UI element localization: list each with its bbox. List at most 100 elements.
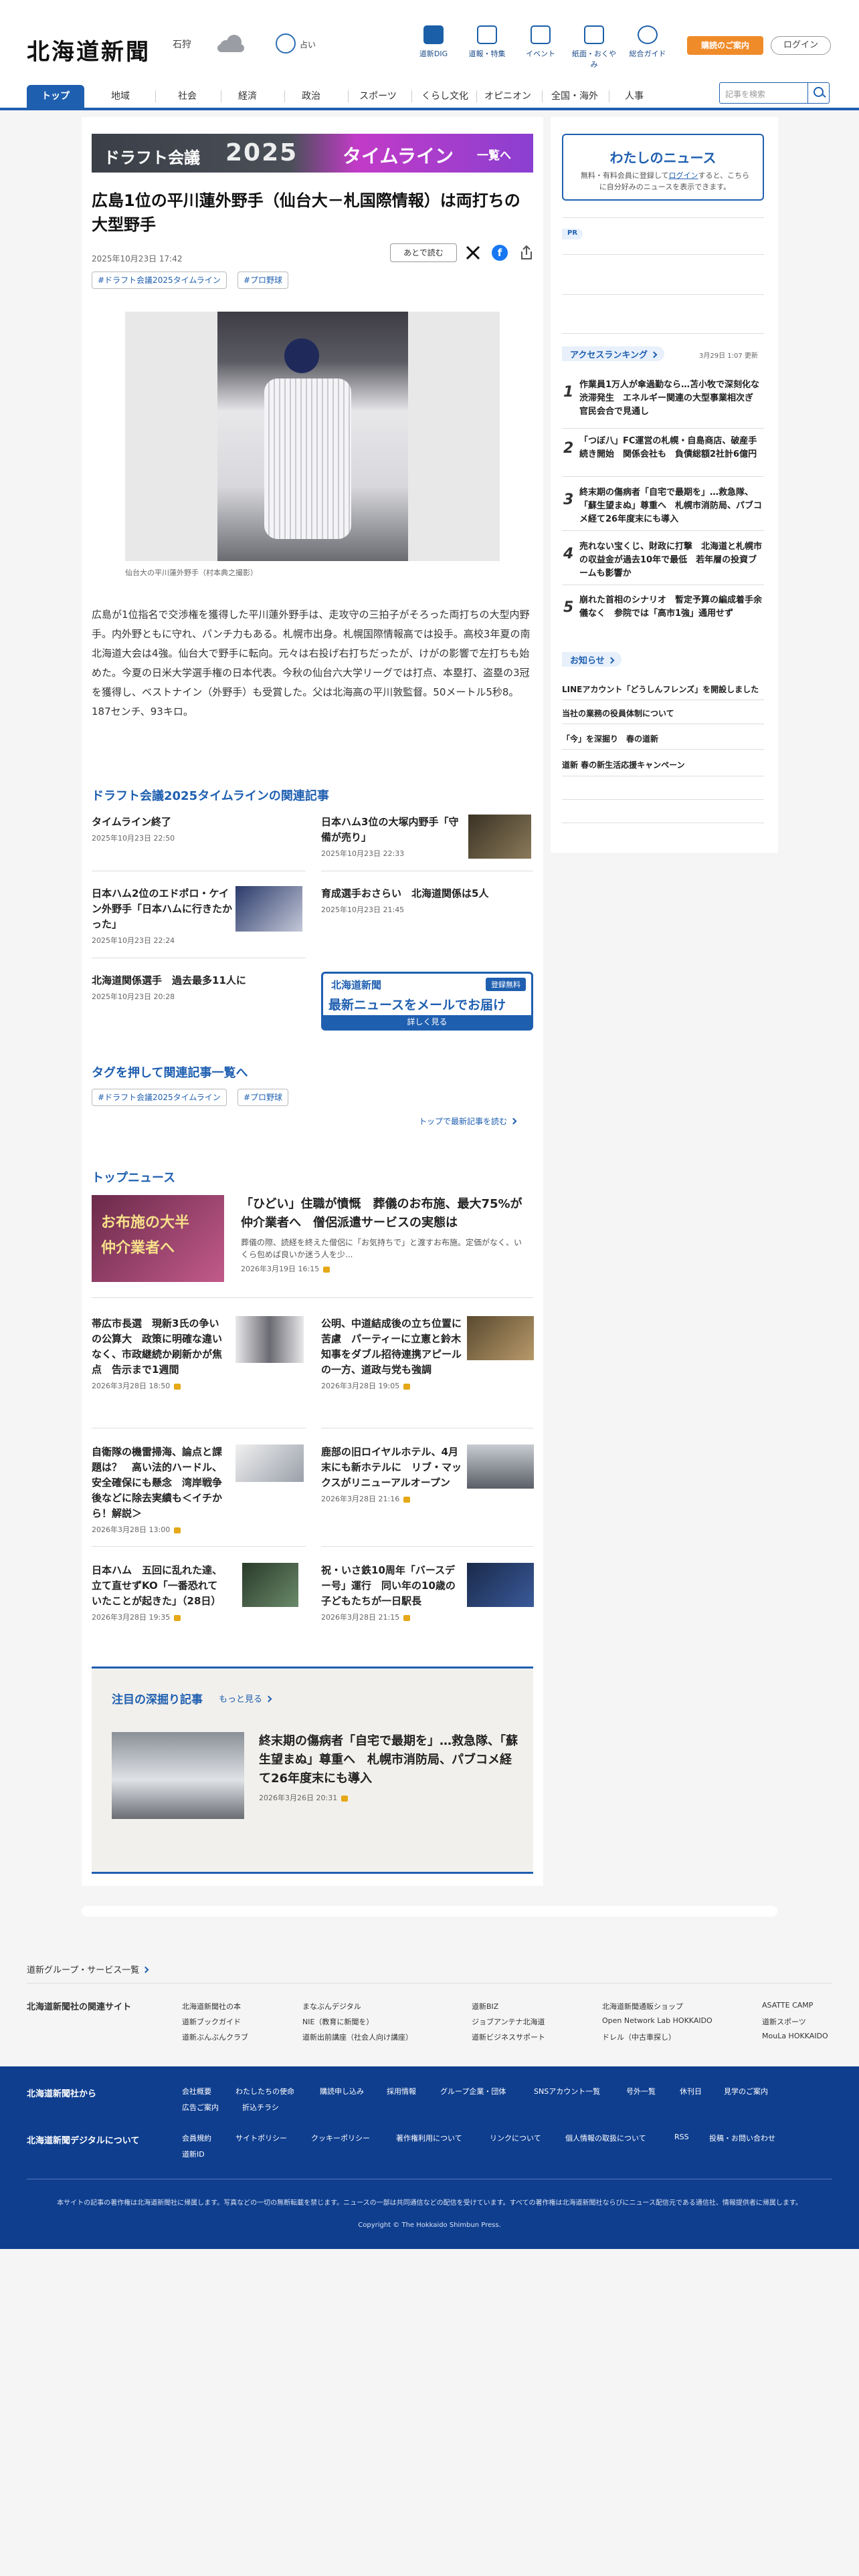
related-site-link[interactable]: 北海道新聞通販ショップ [602,2001,683,2012]
fortune-label[interactable]: 占い [300,39,316,50]
news-item[interactable]: 祝・いさ鉄10周年「バースデー号」運行 同い年の10歳の子どもたちが一日駅長 20… [321,1563,462,1622]
related-site-link[interactable]: まなぶんデジタル [302,2001,361,2012]
footer-link[interactable]: RSS [674,2133,689,2141]
footer-link[interactable]: 休刊日 [680,2086,702,2097]
tab-opinion[interactable]: オピニオン [476,85,539,108]
footer-link[interactable]: 道新ID [182,2149,205,2159]
tag-draft-timeline[interactable]: #ドラフト会議2025タイムライン [92,1089,227,1106]
tab-sports[interactable]: スポーツ [348,85,408,108]
tab-world[interactable]: 全国・海外 [543,85,606,108]
footer-link[interactable]: 会員規約 [182,2133,211,2143]
notice-item[interactable]: 「今」を深掘り 春の道新 [562,733,658,744]
deep-dive-thumbnail[interactable] [112,1732,244,1819]
related-item[interactable]: タイムライン終了 2025年10月23日 22:50 [92,815,306,843]
news-item[interactable]: 鹿部の旧ロイヤルホテル、4月末にも新ホテルに リブ・マックスがリニューアルオープ… [321,1444,462,1504]
footer-link[interactable]: 会社概要 [182,2086,211,2097]
footer-link[interactable]: リンクについて [490,2133,541,2143]
email-newsletter-ad[interactable]: 北海道新聞 登録無料 最新ニュースをメールでお届け 詳しく見る [321,972,533,1031]
group-services-link[interactable]: 道新グループ・サービス一覧 [27,1963,149,1975]
read-later-button[interactable]: あとで読む [390,243,457,262]
related-site-link[interactable]: Open Network Lab HOKKAIDO [602,2016,712,2025]
tab-economy[interactable]: 経済 [221,85,274,108]
related-item[interactable]: 日本ハム3位の大塚内野手「守備が売り」 2025年10月23日 22:33 [321,815,468,859]
related-site-link[interactable]: ドレル（中古車探し） [602,2032,676,2042]
related-site-link[interactable]: 道新BIZ [472,2001,498,2012]
news-item[interactable]: 公明、中道結成後の立ち位置に苦慮 パーティーに立憲と鈴木知事をダブル招待連携アピ… [321,1316,462,1391]
news-thumbnail[interactable] [235,1444,304,1482]
share-icon[interactable] [518,245,535,261]
news-item[interactable]: 日本ハム 五回に乱れた達、立て直せずKO「一番恐れていたことが起きた」（28日）… [92,1563,225,1622]
footer-link[interactable]: 号外一覧 [626,2086,656,2097]
nav-guide[interactable]: 総合ガイド [624,25,672,59]
tab-politics[interactable]: 政治 [284,85,338,108]
related-thumbnail[interactable] [468,815,531,859]
login-button[interactable]: ログイン [771,36,831,55]
search-input[interactable]: 記事を検索 [719,82,830,104]
related-site-link[interactable]: NIE（教育に新聞を） [302,2016,373,2027]
news-item[interactable]: 帯広市長選 現新3氏の争いの公算大 政策に明確な違いなく、市政継続か刷新かが焦点… [92,1316,225,1391]
site-logo[interactable]: 北海道新聞 [27,33,151,66]
my-news-login-link[interactable]: ログイン [669,171,698,180]
subscribe-button[interactable]: 購読のご案内 [687,36,763,55]
notices-heading[interactable]: お知らせ [562,652,622,667]
weather-city[interactable]: 石狩 [173,37,191,51]
related-thumbnail[interactable] [235,886,302,932]
tag-draft-timeline[interactable]: #ドラフト会議2025タイムライン [92,272,227,289]
footer-link[interactable]: 購読申し込み [320,2086,364,2097]
news-thumbnail[interactable] [242,1563,298,1607]
tag-pro-baseball[interactable]: #プロ野球 [237,1089,289,1106]
nav-event[interactable]: イベント [516,25,565,59]
ranking-heading[interactable]: アクセスランキング [562,346,664,361]
footer-link[interactable]: クッキーポリシー [311,2133,370,2143]
nav-paper[interactable]: 紙面・おくやみ [570,25,618,70]
footer-link[interactable]: わたしたちの使命 [235,2086,294,2097]
footer-link[interactable]: 個人情報の取扱について [565,2133,646,2143]
related-item[interactable]: 育成選手おさらい 北海道関係は5人 2025年10月23日 21:45 [321,886,535,915]
draft-timeline-banner[interactable]: ドラフト会議 2025 タイムライン 一覧へ [92,134,533,173]
footer-link[interactable]: 投稿・お問い合わせ [709,2133,775,2143]
article-photo[interactable] [125,312,500,561]
related-site-link[interactable]: 道新ブックガイド [182,2016,241,2027]
x-share-icon[interactable] [465,245,481,261]
footer-link[interactable]: 採用情報 [387,2086,416,2097]
news-thumbnail[interactable] [467,1316,534,1360]
fortune-icon[interactable] [276,33,296,53]
tab-society[interactable]: 社会 [161,85,214,108]
tab-personnel[interactable]: 人事 [610,85,658,108]
tab-top[interactable]: トップ [27,85,84,108]
tag-pro-baseball[interactable]: #プロ野球 [237,272,289,289]
nav-special[interactable]: 道報・特集 [463,25,511,59]
facebook-share-icon[interactable]: f [492,245,508,261]
deep-dive-item[interactable]: 終末期の傷病者「自宅で最期を」…救急隊、「蘇生望まぬ」尊重へ 札幌市消防局、パブ… [259,1732,520,1803]
related-item[interactable]: 日本ハム2位のエドポロ・ケイン外野手「日本ハムに行きたかった」 2025年10月2… [92,886,232,946]
top-latest-link[interactable]: トップで最新記事を読む [419,1115,517,1127]
related-site-link[interactable]: 道新ぶんぶんクラブ [182,2032,248,2042]
related-item[interactable]: 北海道関係選手 過去最多11人に 2025年10月23日 20:28 [92,973,306,1002]
notice-item[interactable]: 当社の業務の役員体制について [562,708,674,719]
footer-link[interactable]: 見学のご案内 [724,2086,768,2097]
search-icon[interactable] [807,83,829,103]
tab-culture[interactable]: くらし文化 [413,85,476,108]
footer-link[interactable]: 折込チラシ [242,2102,279,2113]
news-thumbnail[interactable] [467,1444,534,1489]
related-site-link[interactable]: ASATTE CAMP [762,2001,813,2010]
lead-news-item[interactable]: 「ひどい」住職が憤慨 葬儀のお布施、最大75%が仲介業者へ 僧侶派遣サービスの実… [241,1195,529,1274]
related-site-link[interactable]: 道新ビジネスサポート [472,2032,545,2042]
footer-link[interactable]: グループ企業・団体 [440,2086,506,2097]
related-site-link[interactable]: ジョブアンテナ北海道 [472,2016,545,2027]
footer-link[interactable]: 広告ご案内 [182,2102,219,2113]
footer-link[interactable]: 著作権利用について [396,2133,462,2143]
footer-link[interactable]: サイトポリシー [235,2133,287,2143]
related-site-link[interactable]: 道新出前講座（社会人向け講座） [302,2032,413,2042]
related-site-link[interactable]: 北海道新聞社の本 [182,2001,241,2012]
related-site-link[interactable]: MouLa HOKKAIDO [762,2032,828,2040]
related-site-link[interactable]: 道新スポーツ [762,2016,806,2027]
deep-dive-more-link[interactable]: もっと見る [219,1692,272,1705]
tab-local[interactable]: 地域 [94,85,147,108]
lead-news-thumbnail[interactable]: お布施の大半 仲介業者へ [92,1195,224,1282]
notice-item[interactable]: 道新 春の新生活応援キャンペーン [562,759,685,770]
notice-item[interactable]: LINEアカウント「どうしんフレンズ」を開設しました [562,683,759,695]
footer-link[interactable]: SNSアカウント一覧 [534,2086,600,2097]
news-thumbnail[interactable] [467,1563,534,1607]
nav-dig[interactable]: 道新DIG [409,25,458,59]
